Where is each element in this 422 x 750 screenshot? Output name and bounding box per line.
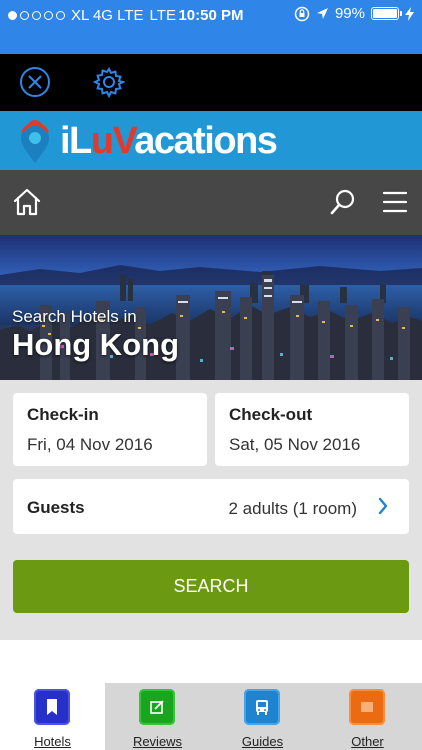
brand-header: iLuVacations xyxy=(0,111,422,170)
close-icon xyxy=(20,67,50,97)
guests-value: 2 adults (1 room) xyxy=(228,499,358,518)
checkin-value: Fri, 04 Nov 2016 xyxy=(27,435,153,454)
location-icon xyxy=(316,8,328,19)
settings-button[interactable] xyxy=(92,65,126,99)
battery-percent: 99% xyxy=(334,5,365,22)
tab-label: Guides xyxy=(241,734,284,749)
rotation-lock-icon xyxy=(294,6,310,21)
checkin-label: Check-in xyxy=(27,405,99,424)
hamburger-menu-icon xyxy=(382,191,408,213)
status-bar: XL 4G LTE LTE 10:50 PM 99% xyxy=(0,0,422,54)
tab-label: Reviews xyxy=(132,734,183,749)
hero-city-title: Hong Kong xyxy=(12,327,180,362)
logo-text-part: u xyxy=(90,120,114,162)
logo-text-part: V xyxy=(112,120,136,162)
search-nav-button[interactable] xyxy=(326,185,360,219)
search-form: Check-in Fri, 04 Nov 2016 Check-out Sat,… xyxy=(0,380,422,640)
checkout-value: Sat, 05 Nov 2016 xyxy=(229,435,361,454)
nav-bar xyxy=(0,170,422,235)
reviews-icon xyxy=(139,689,175,725)
status-right: 99% xyxy=(294,5,414,22)
tab-other[interactable]: Other xyxy=(315,683,420,750)
tab-label: Other xyxy=(351,734,384,749)
checkin-field[interactable]: Check-in Fri, 04 Nov 2016 xyxy=(13,393,207,466)
tab-hotels[interactable]: Hotels xyxy=(0,683,105,750)
other-icon xyxy=(349,689,385,725)
content-spacer xyxy=(0,640,422,683)
tab-label: Hotels xyxy=(34,734,71,749)
hero-subtitle: Search Hotels in xyxy=(12,307,137,326)
hero-banner: Search Hotels in Hong Kong xyxy=(0,235,422,380)
logo-pin-icon xyxy=(21,120,49,163)
gear-icon xyxy=(93,67,125,98)
guests-label: Guests xyxy=(27,498,85,517)
tab-guides[interactable]: Guides xyxy=(210,683,315,750)
close-button[interactable] xyxy=(18,65,52,99)
hotel-icon xyxy=(34,689,70,725)
logo-text-part: iL xyxy=(60,120,92,162)
chevron-right-icon xyxy=(378,497,388,515)
bottom-tab-bar: Hotels Reviews Guides Other xyxy=(0,683,422,750)
top-toolbar xyxy=(0,54,422,111)
tab-reviews[interactable]: Reviews xyxy=(105,683,210,750)
brand-logo[interactable]: iLuVacations xyxy=(60,119,278,163)
guests-selector[interactable]: Guests 2 adults (1 room) xyxy=(13,479,409,534)
checkout-label: Check-out xyxy=(229,405,313,424)
menu-button[interactable] xyxy=(378,185,412,219)
logo-text-part: acations xyxy=(134,120,278,162)
battery-icon xyxy=(371,7,402,20)
home-button[interactable] xyxy=(10,185,44,219)
search-icon xyxy=(330,189,355,215)
home-icon xyxy=(13,188,41,216)
checkout-field[interactable]: Check-out Sat, 05 Nov 2016 xyxy=(215,393,409,466)
charging-icon xyxy=(405,6,414,21)
search-button[interactable]: SEARCH xyxy=(13,560,409,613)
guides-icon xyxy=(244,689,280,725)
